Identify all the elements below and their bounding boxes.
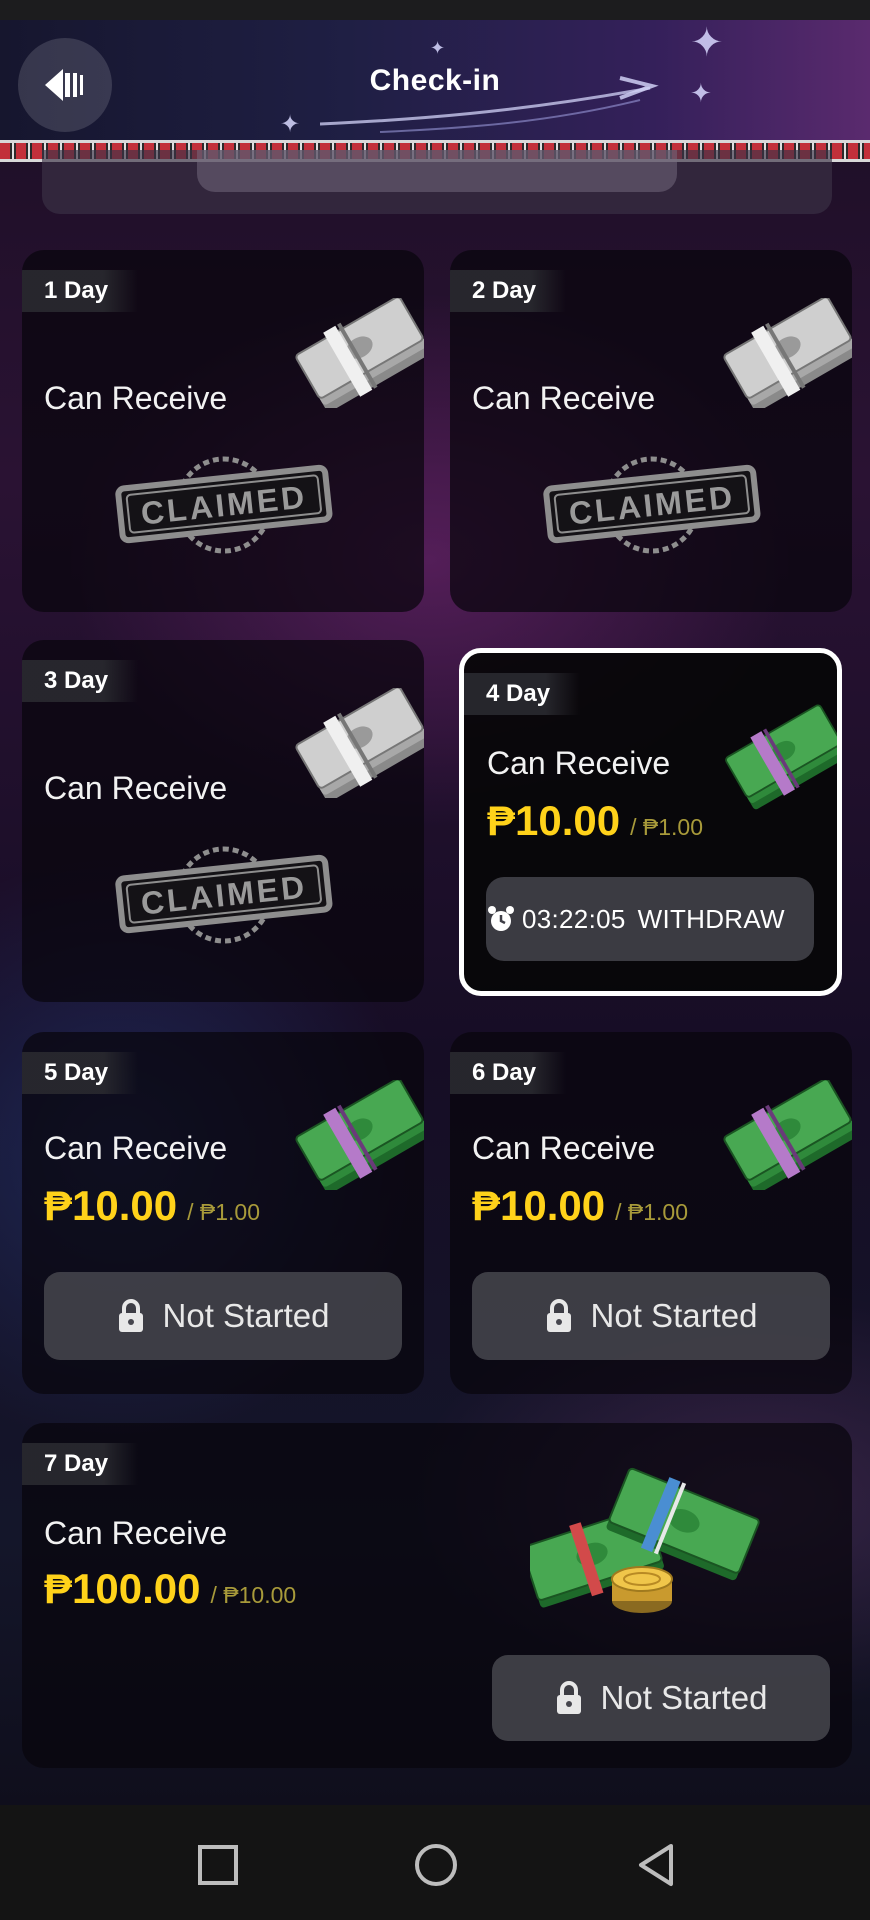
lock-icon	[117, 1299, 145, 1333]
status-text: Can Receive	[44, 1515, 228, 1551]
day-label: 1 Day	[22, 270, 139, 312]
cash-stack-icon	[295, 298, 424, 408]
day-card-2: 2 Day Can Receive CLAIMED	[450, 250, 852, 612]
system-back-button[interactable]	[626, 1835, 686, 1895]
reward-amount: ₱100.00 / ₱10.00	[44, 1565, 296, 1613]
home-button[interactable]	[406, 1835, 466, 1895]
mystery-chest-pill	[197, 150, 677, 192]
sparkle-icon: ✦	[430, 38, 446, 58]
status-text: Can Receive	[44, 770, 228, 806]
not-started-button[interactable]: Not Started	[492, 1655, 830, 1741]
day-card-6: 6 Day Can Receive ₱10.00 / ₱1.00 Not Star…	[450, 1032, 852, 1394]
withdraw-label: WITHDRAW	[637, 903, 785, 934]
button-label: Not Started	[600, 1679, 768, 1716]
status-text: Can Receive	[44, 1130, 228, 1166]
not-started-button[interactable]: Not Started	[472, 1272, 830, 1360]
page-title: Check-in	[369, 64, 501, 97]
day-label: 5 Day	[22, 1052, 139, 1094]
day-card-3: 3 Day Can Receive CLAIMED	[22, 640, 424, 1002]
alarm-clock-icon	[488, 906, 514, 931]
base-amount: / ₱1.00	[630, 814, 704, 840]
day-label: 7 Day	[22, 1443, 139, 1485]
amount-value: ₱10.00	[44, 1182, 178, 1229]
recents-button[interactable]	[188, 1835, 248, 1895]
cash-stack-icon	[723, 298, 852, 408]
amount-value: ₱100.00	[44, 1565, 201, 1612]
cash-stack-icon	[723, 1080, 852, 1190]
system-nav-bar	[0, 1805, 870, 1920]
reward-amount: ₱10.00 / ₱1.00	[487, 797, 703, 845]
day-card-4[interactable]: 4 Day Can Receive ₱10.00 / ₱1.00 03:22:05…	[459, 648, 842, 996]
base-amount: / ₱1.00	[615, 1199, 689, 1225]
status-text: Can Receive	[44, 380, 228, 416]
amount-value: ₱10.00	[487, 797, 621, 844]
base-amount: / ₱10.00	[210, 1582, 297, 1608]
button-label: Not Started	[162, 1297, 330, 1334]
status-bar	[0, 0, 870, 20]
status-text: Can Receive	[472, 1130, 656, 1166]
cash-stack-icon	[295, 1080, 424, 1190]
reward-amount: ₱10.00 / ₱1.00	[44, 1182, 260, 1230]
claimed-stamp-icon: CLAIMED	[543, 456, 761, 554]
sparkle-icon: ✦	[690, 21, 724, 65]
status-text: Can Receive	[472, 380, 656, 416]
countdown-timer: 03:22:05	[522, 903, 626, 934]
day-label: 2 Day	[450, 270, 567, 312]
day-label: 6 Day	[450, 1052, 567, 1094]
lock-icon	[545, 1299, 573, 1333]
not-started-button[interactable]: Not Started	[44, 1272, 402, 1360]
cash-and-coins-icon	[530, 1467, 760, 1613]
cash-stack-icon	[725, 704, 837, 810]
circle-icon	[415, 1844, 457, 1886]
day-card-1: 1 Day Can Receive CLAIMED	[22, 250, 424, 612]
day-card-5: 5 Day Can Receive ₱10.00 / ₱1.00 Not Star…	[22, 1032, 424, 1394]
base-amount: / ₱1.00	[187, 1199, 261, 1225]
claimed-stamp-icon: CLAIMED	[115, 846, 333, 944]
amount-value: ₱10.00	[472, 1182, 606, 1229]
cash-stack-icon	[295, 688, 424, 798]
button-label: Not Started	[590, 1297, 758, 1334]
withdraw-timer-button[interactable]: 03:22:05 WITHDRAW	[486, 877, 814, 961]
day-label: 4 Day	[464, 673, 581, 715]
square-icon	[198, 1845, 238, 1885]
triangle-back-icon	[639, 1844, 673, 1886]
day-card-7: 7 Day Can Receive ₱100.00/ ₱10.00 Not St…	[22, 1423, 852, 1768]
mystery-chest-banner	[42, 150, 832, 214]
claimed-stamp-icon: CLAIMED	[115, 456, 333, 554]
lock-icon	[555, 1681, 583, 1715]
sparkle-icon: ✦	[280, 111, 301, 138]
status-text: Can Receive	[487, 745, 671, 781]
reward-amount: ₱10.00 / ₱1.00	[472, 1182, 688, 1230]
day-label: 3 Day	[22, 660, 139, 702]
